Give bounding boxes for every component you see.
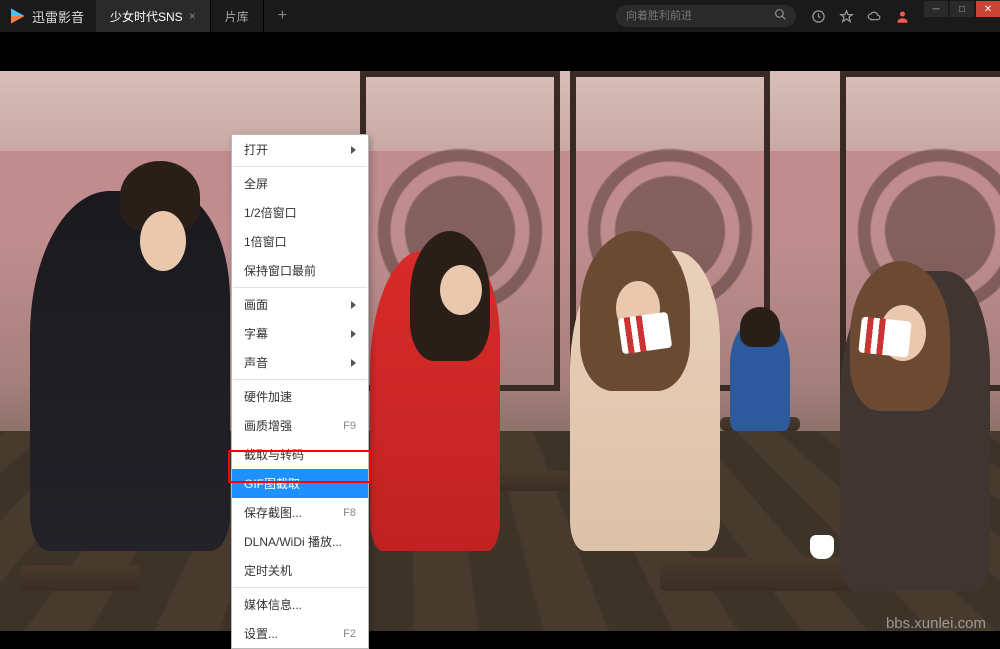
menu-picture[interactable]: 画面: [232, 290, 368, 319]
titlebar-right: ─ □ ✕: [616, 0, 1000, 32]
tab-label: 片库: [225, 8, 249, 25]
menu-half-window[interactable]: 1/2倍窗口: [232, 198, 368, 227]
menu-fullscreen[interactable]: 全屏: [232, 169, 368, 198]
menu-picture-enhance[interactable]: 画质增强 F9: [232, 411, 368, 440]
menu-capture-transcode[interactable]: 截取与转码: [232, 440, 368, 469]
menu-separator: [233, 587, 367, 588]
menu-save-screenshot[interactable]: 保存截图... F8: [232, 498, 368, 527]
menu-open[interactable]: 打开: [232, 135, 368, 164]
play-triangle-icon: [8, 7, 26, 25]
menu-one-window[interactable]: 1倍窗口: [232, 227, 368, 256]
video-frame: [0, 71, 1000, 631]
close-icon[interactable]: ×: [189, 9, 196, 23]
close-button[interactable]: ✕: [976, 1, 1000, 17]
favorite-icon[interactable]: [832, 0, 860, 32]
search-input[interactable]: [626, 10, 768, 22]
menu-keep-on-top[interactable]: 保持窗口最前: [232, 256, 368, 285]
tab-label: 少女时代SNS: [110, 8, 183, 25]
window-controls: ─ □ ✕: [922, 15, 1000, 17]
chevron-right-icon: [351, 301, 356, 309]
tab-library[interactable]: 片库: [211, 0, 264, 32]
watermark-text: bbs.xunlei.com: [886, 615, 986, 632]
maximize-button[interactable]: □: [950, 1, 974, 17]
context-menu: 打开 全屏 1/2倍窗口 1倍窗口 保持窗口最前 画面 字幕 声音 硬件加速 画…: [231, 134, 369, 649]
menu-settings[interactable]: 设置... F2: [232, 619, 368, 648]
chevron-right-icon: [351, 330, 356, 338]
video-area[interactable]: 打开 全屏 1/2倍窗口 1倍窗口 保持窗口最前 画面 字幕 声音 硬件加速 画…: [0, 32, 1000, 640]
search-icon[interactable]: [774, 8, 787, 24]
menu-separator: [233, 166, 367, 167]
menu-timer-shutdown[interactable]: 定时关机: [232, 556, 368, 585]
menu-media-info[interactable]: 媒体信息...: [232, 590, 368, 619]
chevron-right-icon: [351, 146, 356, 154]
tab-strip: 少女时代SNS × 片库 +: [96, 0, 301, 32]
shortcut-label: F9: [343, 420, 356, 432]
menu-audio[interactable]: 声音: [232, 348, 368, 377]
shortcut-label: F8: [343, 507, 356, 519]
menu-separator: [233, 287, 367, 288]
menu-hw-accel[interactable]: 硬件加速: [232, 382, 368, 411]
minimize-button[interactable]: ─: [924, 1, 948, 17]
cloud-icon[interactable]: [860, 0, 888, 32]
search-box[interactable]: [616, 5, 796, 27]
shortcut-label: F2: [343, 628, 356, 640]
user-icon[interactable]: [888, 0, 916, 32]
app-name: 迅雷影音: [32, 7, 84, 26]
video-scene: [0, 71, 1000, 631]
tab-video-active[interactable]: 少女时代SNS ×: [96, 0, 211, 32]
history-icon[interactable]: [804, 0, 832, 32]
menu-separator: [233, 379, 367, 380]
app-logo: 迅雷影音: [0, 7, 92, 26]
menu-gif-capture[interactable]: GIF图截取: [232, 469, 368, 498]
chevron-right-icon: [351, 359, 356, 367]
menu-subtitle[interactable]: 字幕: [232, 319, 368, 348]
tab-add-button[interactable]: +: [264, 0, 301, 32]
menu-dlna[interactable]: DLNA/WiDi 播放...: [232, 527, 368, 556]
title-bar: 迅雷影音 少女时代SNS × 片库 + ─: [0, 0, 1000, 32]
